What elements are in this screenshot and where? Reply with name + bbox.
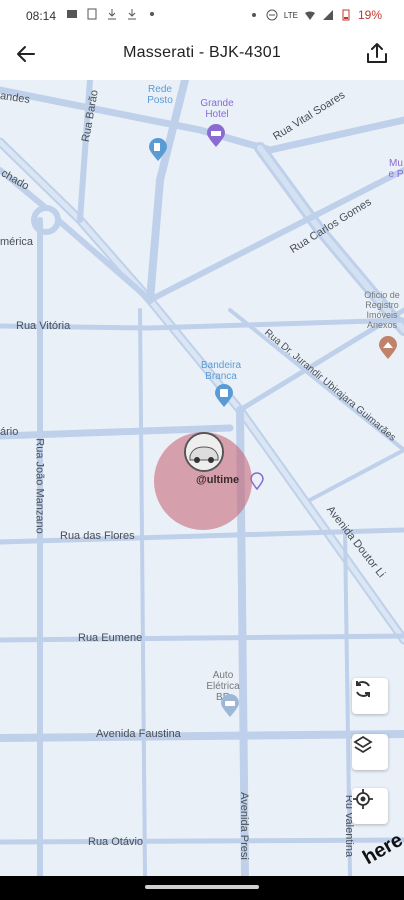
image-icon [67,10,77,18]
file-icon [87,8,97,20]
battery-icon [342,9,350,21]
layers-icon [353,735,373,754]
wifi-icon [304,11,315,20]
system-nav-bar [0,876,404,900]
page-title: Masserati - BJK-4301 [123,44,281,61]
top-app-bar: Masserati - BJK-4301 [0,32,404,78]
network-type: LTE [283,10,298,20]
street-label: Rua das Flores [60,530,135,542]
dot-icon [150,12,154,16]
status-bar: 08:14 LTE 19% [0,0,404,32]
battery-level: 19% [357,8,382,22]
vehicle-marker[interactable] [184,432,224,472]
poi-label: Bandeira Branca [200,360,242,382]
street-label: Avenida Faustina [96,728,181,740]
status-system-icons: LTE 19% [248,8,382,22]
poi-label: Grande Hotel [200,98,234,120]
download-icon [108,9,116,20]
car-icon [186,434,222,470]
street-label: Rua Otávio [88,836,144,848]
bus-pin-icon[interactable] [214,384,234,408]
street-label: Avenida Presi [237,792,250,860]
status-notification-icons [66,8,158,20]
street-label: Rua Eumene [78,632,143,644]
landmark-pin-icon[interactable] [378,336,398,360]
street-label: Rua Vitória [16,320,71,332]
dot-icon [251,13,256,17]
dnd-icon [266,9,278,21]
refresh-button[interactable] [352,678,388,714]
vehicle-marker-label: @ultime [196,474,240,486]
fuel-pin-icon[interactable] [148,138,168,162]
poi-label: Rede Posto [147,84,173,106]
street-label: ário [0,426,19,438]
street-label: mérica [0,236,34,248]
layers-button[interactable] [352,734,388,770]
signal-icon [322,10,333,20]
hotel-pin-icon[interactable] [206,124,226,148]
car-service-pin-icon[interactable] [220,694,240,718]
refresh-icon [356,681,370,697]
home-handle[interactable] [145,885,259,889]
poi-label: Mu e P [388,158,404,180]
locate-icon [353,789,373,809]
place-outline-pin-icon[interactable] [250,472,264,490]
locate-button[interactable] [352,788,388,824]
poi-label: Oficio de Registro Imóveis Anexos [364,290,400,330]
download-icon [128,9,136,20]
share-icon[interactable] [364,40,390,66]
street-label: Rua João Manzano [33,438,46,534]
map-view[interactable]: andes Rua Barão Rede Posto Grande Hotel … [0,80,404,876]
status-time: 08:14 [26,9,57,23]
